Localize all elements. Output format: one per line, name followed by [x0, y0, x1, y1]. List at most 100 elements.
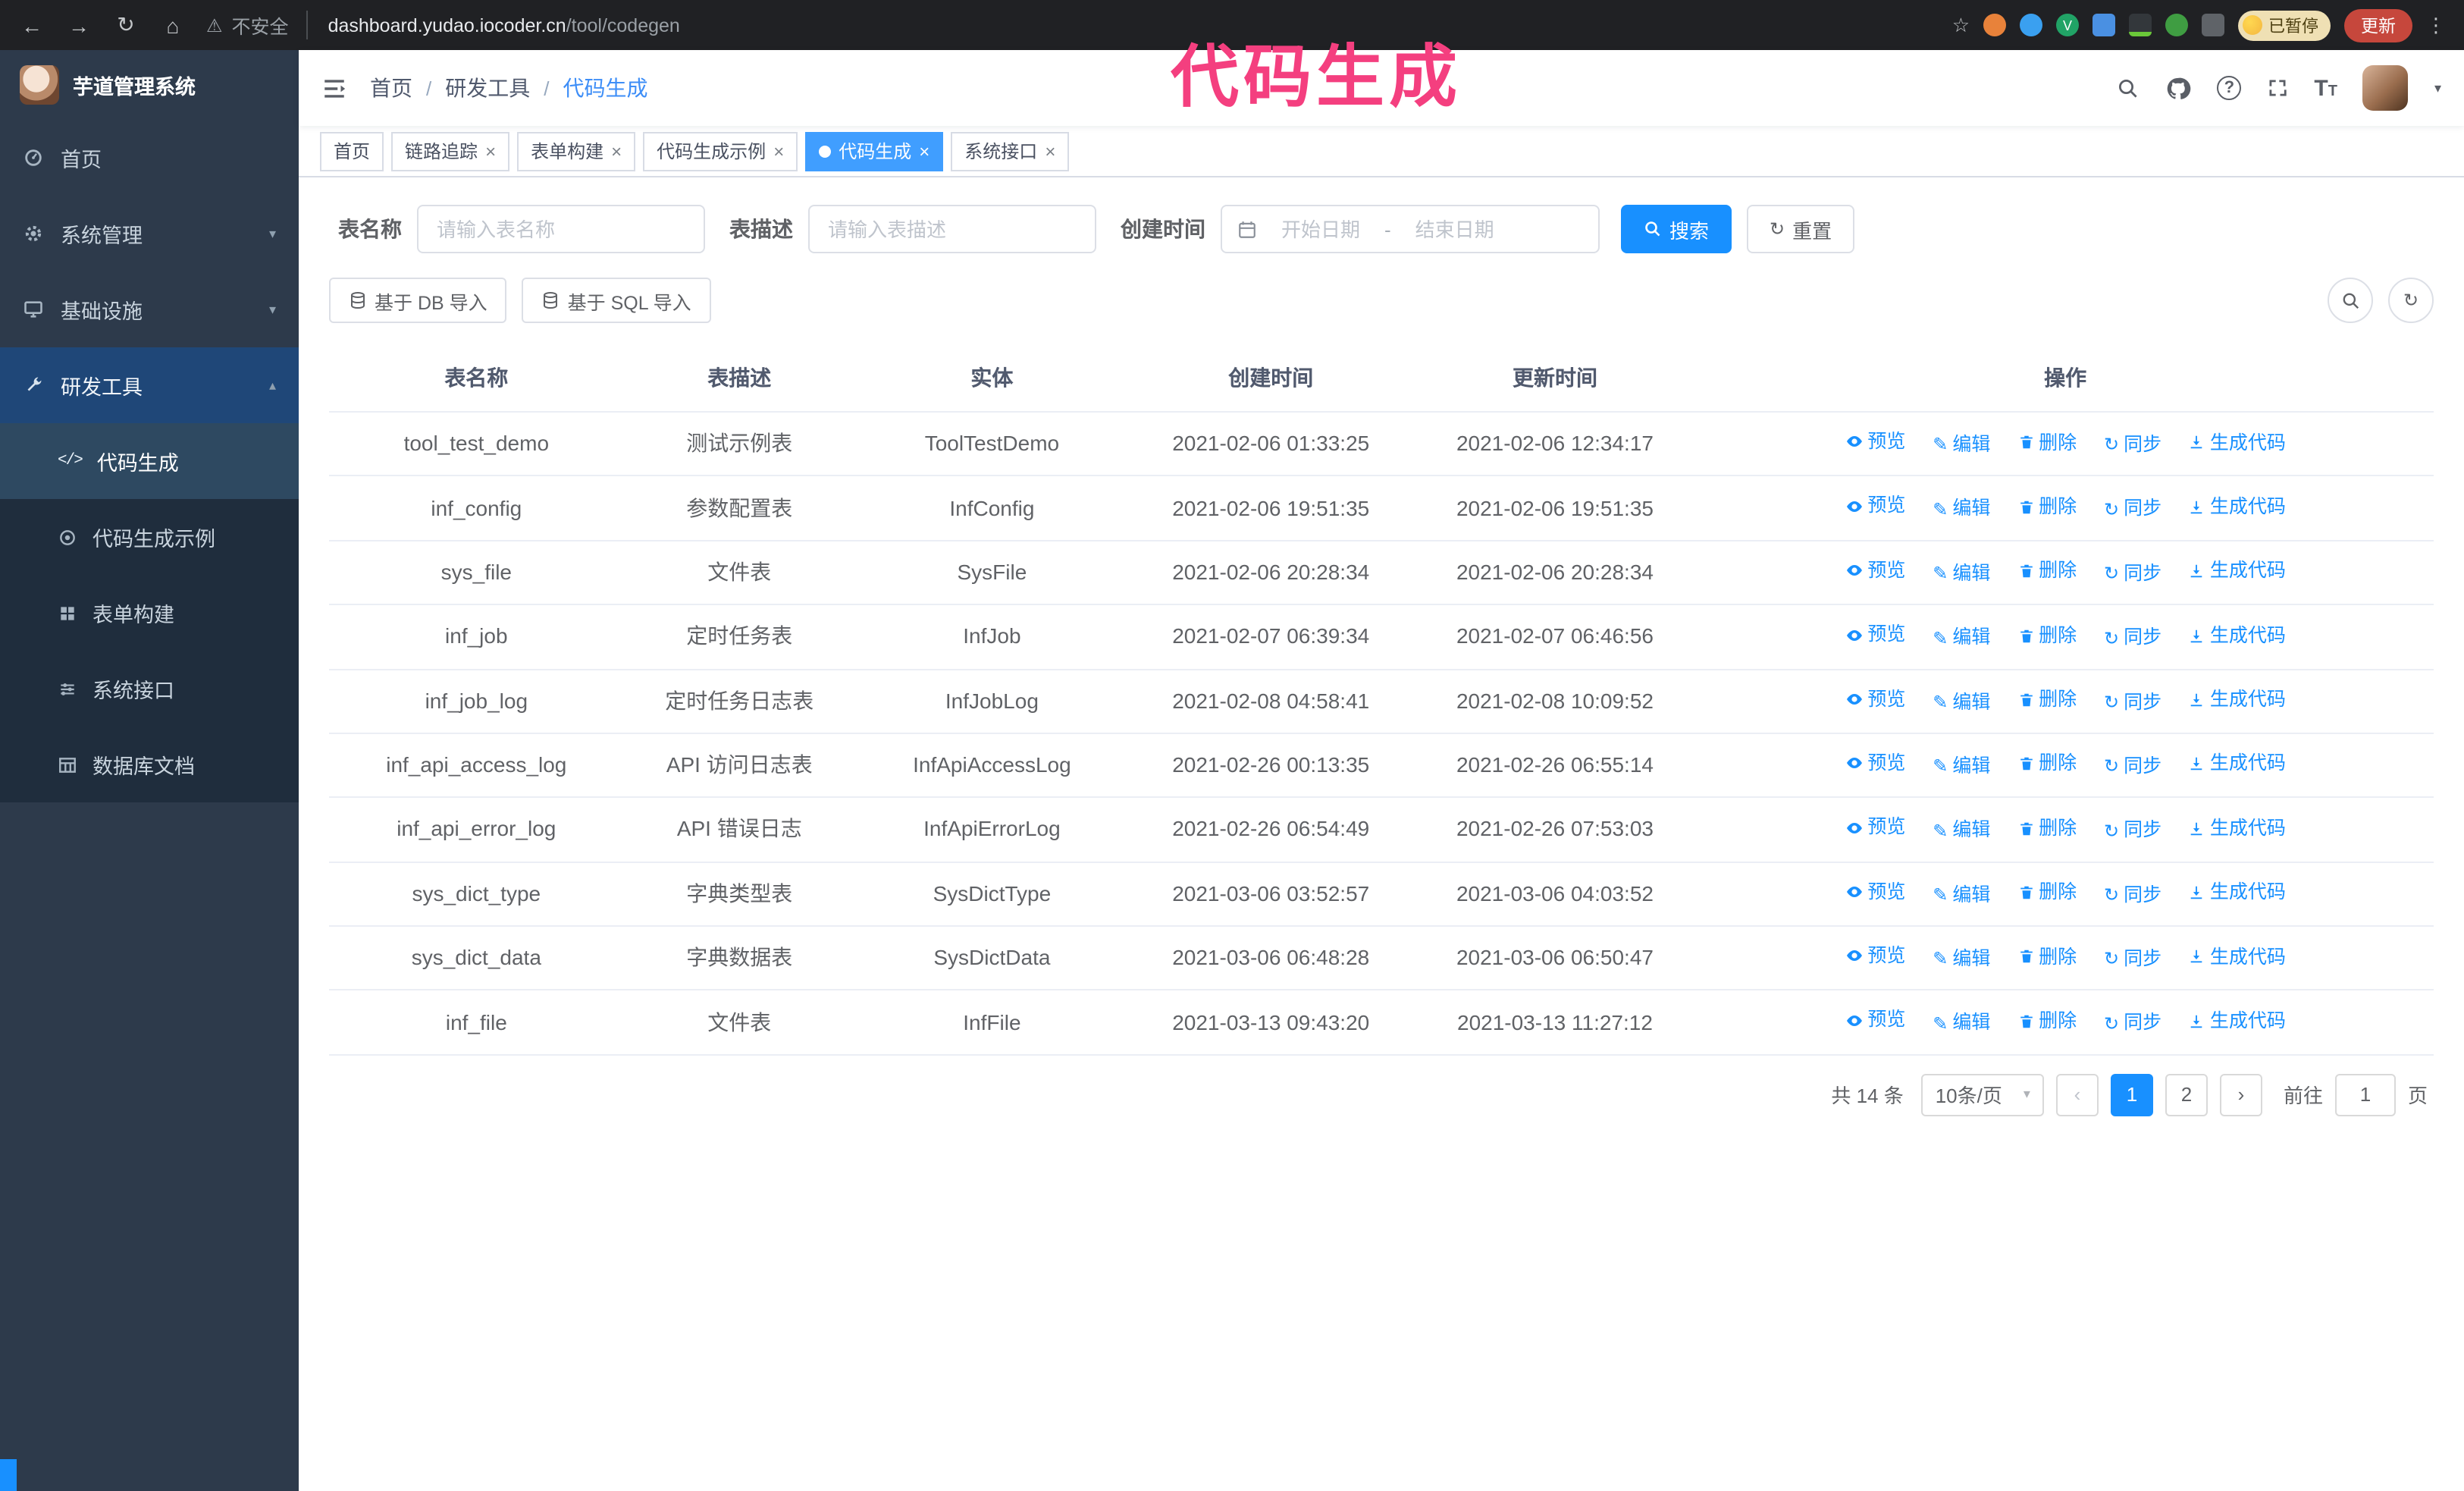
- end-date-input[interactable]: [1397, 218, 1513, 240]
- preview-link[interactable]: 预览: [1845, 492, 1905, 521]
- table-name-input[interactable]: [417, 205, 705, 253]
- sidebar-item-codegen[interactable]: </> 代码生成: [0, 423, 299, 499]
- extension-icon[interactable]: [2165, 14, 2188, 36]
- sync-link[interactable]: ↻ 同步: [2104, 752, 2161, 781]
- close-icon[interactable]: ×: [773, 140, 784, 162]
- sidebar-item-system-management[interactable]: 系统管理 ▾: [0, 196, 299, 272]
- home-icon[interactable]: ⌂: [159, 13, 187, 37]
- prev-page-button[interactable]: ‹: [2055, 1073, 2099, 1116]
- close-icon[interactable]: ×: [611, 140, 622, 162]
- help-icon[interactable]: ?: [2217, 76, 2242, 100]
- generate-code-link[interactable]: 生成代码: [2189, 428, 2286, 457]
- sidebar-item-form-builder[interactable]: 表单构建: [0, 575, 299, 651]
- reset-button[interactable]: ↻ 重置: [1747, 205, 1855, 253]
- edit-link[interactable]: ✎ 编辑: [1933, 1009, 1990, 1038]
- tab-form-builder[interactable]: 表单构建 ×: [517, 131, 636, 171]
- close-icon[interactable]: ×: [919, 140, 929, 162]
- preview-link[interactable]: 预览: [1845, 877, 1905, 906]
- sidebar-item-dev-tools[interactable]: 研发工具 ▴: [0, 347, 299, 423]
- search-icon[interactable]: [2117, 77, 2140, 99]
- forward-icon[interactable]: →: [65, 13, 92, 37]
- generate-code-link[interactable]: 生成代码: [2189, 943, 2286, 972]
- delete-link[interactable]: 删除: [2017, 621, 2077, 650]
- edit-link[interactable]: ✎ 编辑: [1933, 431, 1990, 460]
- tab-system-api[interactable]: 系统接口 ×: [951, 131, 1070, 171]
- hide-search-button[interactable]: [2328, 278, 2373, 323]
- date-range-picker[interactable]: -: [1221, 205, 1600, 253]
- paused-badge[interactable]: 已暂停: [2238, 10, 2331, 40]
- reload-icon[interactable]: ↻: [112, 12, 140, 38]
- edit-link[interactable]: ✎ 编辑: [1933, 623, 1990, 652]
- delete-link[interactable]: 删除: [2017, 878, 2077, 907]
- extension-icon[interactable]: [1983, 14, 2006, 36]
- goto-page-input[interactable]: [2334, 1073, 2396, 1116]
- edit-link[interactable]: ✎ 编辑: [1933, 752, 1990, 781]
- next-page-button[interactable]: ›: [2219, 1073, 2262, 1116]
- delete-link[interactable]: 删除: [2017, 1007, 2077, 1036]
- sync-link[interactable]: ↻ 同步: [2104, 623, 2161, 652]
- generate-code-link[interactable]: 生成代码: [2189, 493, 2286, 522]
- sidebar-item-db-doc[interactable]: 数据库文档: [0, 727, 299, 802]
- edit-link[interactable]: ✎ 编辑: [1933, 880, 1990, 909]
- font-size-icon[interactable]: TT: [2314, 75, 2337, 101]
- generate-code-link[interactable]: 生成代码: [2189, 1007, 2286, 1036]
- delete-link[interactable]: 删除: [2017, 557, 2077, 586]
- generate-code-link[interactable]: 生成代码: [2189, 750, 2286, 779]
- preview-link[interactable]: 预览: [1845, 557, 1905, 585]
- sync-link[interactable]: ↻ 同步: [2104, 880, 2161, 909]
- close-icon[interactable]: ×: [1045, 140, 1055, 162]
- preview-link[interactable]: 预览: [1845, 685, 1905, 714]
- sidebar-item-home[interactable]: 首页: [0, 120, 299, 196]
- breadcrumb-dev-tools[interactable]: 研发工具: [445, 73, 530, 103]
- tab-tracing[interactable]: 链路追踪 ×: [391, 131, 510, 171]
- sidebar-item-codegen-example[interactable]: 代码生成示例: [0, 499, 299, 575]
- sidebar-item-infrastructure[interactable]: 基础设施 ▾: [0, 272, 299, 347]
- page-button-1[interactable]: 1: [2110, 1073, 2153, 1116]
- import-db-button[interactable]: 基于 DB 导入: [329, 278, 507, 323]
- sync-link[interactable]: ↻ 同步: [2104, 495, 2161, 524]
- preview-link[interactable]: 预览: [1845, 942, 1905, 971]
- hamburger-icon[interactable]: [321, 75, 347, 101]
- sync-link[interactable]: ↻ 同步: [2104, 560, 2161, 589]
- preview-link[interactable]: 预览: [1845, 749, 1905, 778]
- extension-icon[interactable]: [2093, 14, 2115, 36]
- user-avatar[interactable]: [2362, 65, 2409, 111]
- sync-link[interactable]: ↻ 同步: [2104, 817, 2161, 846]
- url-bar[interactable]: dashboard.yudao.iocoder.cn/tool/codegen: [328, 14, 680, 36]
- preview-link[interactable]: 预览: [1845, 1006, 1905, 1035]
- generate-code-link[interactable]: 生成代码: [2189, 621, 2286, 650]
- sidebar-item-system-api[interactable]: 系统接口: [0, 651, 299, 727]
- github-icon[interactable]: [2165, 75, 2191, 101]
- edit-link[interactable]: ✎ 编辑: [1933, 817, 1990, 846]
- sync-link[interactable]: ↻ 同步: [2104, 688, 2161, 717]
- tab-codegen[interactable]: 代码生成 ×: [805, 131, 944, 171]
- delete-link[interactable]: 删除: [2017, 750, 2077, 779]
- close-icon[interactable]: ×: [485, 140, 496, 162]
- extension-icon[interactable]: [2020, 14, 2042, 36]
- generate-code-link[interactable]: 生成代码: [2189, 686, 2286, 714]
- page-button-2[interactable]: 2: [2165, 1073, 2208, 1116]
- sync-link[interactable]: ↻ 同步: [2104, 431, 2161, 460]
- sync-link[interactable]: ↻ 同步: [2104, 1009, 2161, 1038]
- delete-link[interactable]: 删除: [2017, 686, 2077, 714]
- puzzle-extensions-icon[interactable]: [2202, 14, 2224, 36]
- import-sql-button[interactable]: 基于 SQL 导入: [522, 278, 711, 323]
- security-chip[interactable]: ⚠ 不安全: [206, 11, 309, 39]
- generate-code-link[interactable]: 生成代码: [2189, 557, 2286, 586]
- fullscreen-icon[interactable]: [2267, 77, 2288, 99]
- refresh-table-button[interactable]: ↻: [2388, 278, 2434, 323]
- edit-link[interactable]: ✎ 编辑: [1933, 945, 1990, 974]
- search-button[interactable]: 搜索: [1621, 205, 1732, 253]
- preview-link[interactable]: 预览: [1845, 620, 1905, 649]
- extension-icon[interactable]: V: [2056, 14, 2079, 36]
- preview-link[interactable]: 预览: [1845, 428, 1905, 457]
- delete-link[interactable]: 删除: [2017, 493, 2077, 522]
- page-size-select[interactable]: 10条/页 ▾: [1921, 1073, 2044, 1116]
- delete-link[interactable]: 删除: [2017, 943, 2077, 972]
- edit-link[interactable]: ✎ 编辑: [1933, 688, 1990, 717]
- breadcrumb-home[interactable]: 首页: [370, 73, 412, 103]
- edit-link[interactable]: ✎ 编辑: [1933, 560, 1990, 589]
- update-button[interactable]: 更新: [2344, 8, 2412, 42]
- delete-link[interactable]: 删除: [2017, 428, 2077, 457]
- preview-link[interactable]: 预览: [1845, 814, 1905, 843]
